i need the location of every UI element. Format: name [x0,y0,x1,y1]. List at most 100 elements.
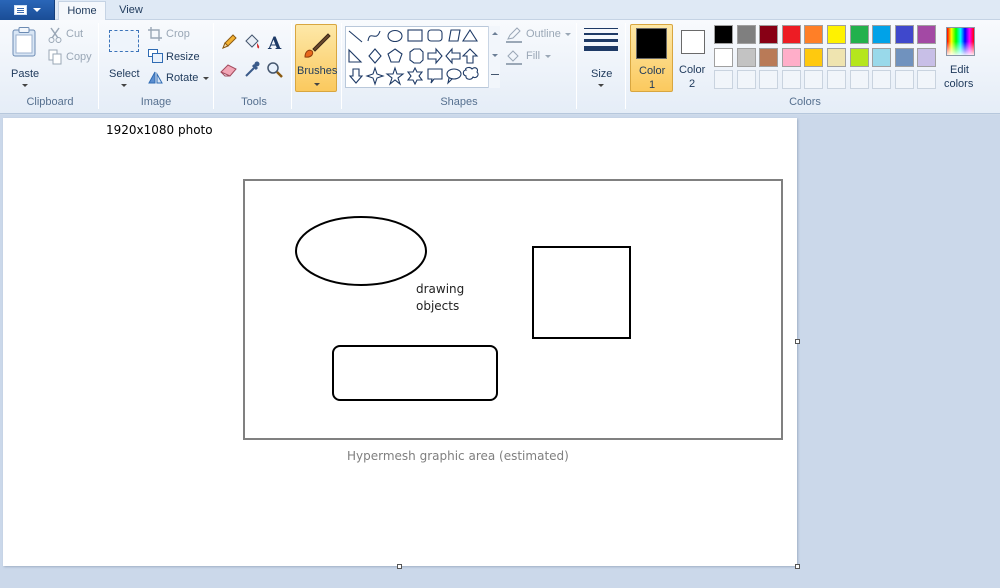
palette-swatch[interactable] [804,47,824,67]
custom-color-slot[interactable] [827,70,846,89]
magnifier-tool-button[interactable] [265,60,285,80]
dropdown-arrow-icon [598,84,604,87]
palette-swatch[interactable] [804,25,824,44]
palette-swatch[interactable] [849,47,869,67]
paint-bucket-icon [245,34,260,49]
shapes-gallery-scrollbar[interactable] [488,26,500,88]
color2-number: 2 [689,78,696,90]
custom-color-slot[interactable] [736,70,756,89]
resize-button[interactable]: Resize [148,48,200,66]
palette-swatch[interactable] [917,47,937,67]
palette-swatch[interactable] [827,47,846,67]
eraser-icon [220,64,237,77]
pencil-icon [222,34,237,49]
color-palette [714,25,942,91]
paste-button[interactable]: Paste [4,24,44,92]
text-a-icon: A [267,34,282,54]
ribbon-tab-bar: Home View [0,0,1000,21]
graphic-area-caption: Hypermesh graphic area (estimated) [347,449,569,463]
dropdown-arrow-icon [33,8,41,12]
size-button[interactable]: Size [581,24,621,92]
scissors-icon [48,27,62,43]
custom-color-slot[interactable] [872,70,892,89]
rotate-icon [148,71,163,84]
tab-home[interactable]: Home [58,1,106,21]
color-wheel-icon [946,27,975,56]
dropdown-arrow-icon [121,84,127,87]
canvas-resize-handle-corner[interactable] [795,564,800,569]
custom-color-slot[interactable] [759,70,779,89]
image-group-label: Image [140,96,172,108]
color2-button[interactable]: Color 2 [675,24,711,92]
custom-color-slot[interactable] [714,70,733,89]
palette-swatch[interactable] [781,25,801,44]
custom-color-slot[interactable] [917,70,937,89]
group-separator [625,23,626,109]
rotate-button[interactable]: Rotate [148,69,210,87]
clipboard-icon [12,27,36,57]
eyedropper-icon [245,61,260,77]
text-tool-button[interactable]: A [265,32,285,54]
resize-label: Resize [166,51,200,63]
fill-button[interactable]: Fill [505,48,555,66]
pencil-tool-button[interactable] [219,32,239,52]
cut-button[interactable]: Cut [48,26,92,44]
palette-swatch[interactable] [894,25,914,44]
size-label: Size [591,68,613,80]
ribbon: Paste Cut Copy Clipboard Select Crop Res… [0,20,1000,114]
color1-number: 1 [649,79,656,91]
palette-swatch[interactable] [714,47,733,67]
palette-swatch[interactable] [849,25,869,44]
drawing-canvas[interactable]: 1920x1080 photo drawing objects Hypermes… [3,118,797,566]
scroll-up-icon [492,32,498,35]
palette-swatch[interactable] [894,47,914,67]
document-icon [14,5,27,15]
custom-color-slot[interactable] [781,70,801,89]
custom-color-slot[interactable] [849,70,869,89]
dropdown-arrow-icon [203,77,209,80]
fill-tool-button[interactable] [242,32,262,52]
palette-swatch[interactable] [736,47,756,67]
palette-swatch[interactable] [872,25,892,44]
canvas-resize-handle-bottom[interactable] [397,564,402,569]
crop-label: Crop [166,28,190,40]
paint-menu-button[interactable] [0,0,55,20]
tab-view[interactable]: View [111,1,151,21]
color2-swatch [681,30,705,54]
drawing-objects-label-line2: objects [416,299,460,313]
palette-swatch[interactable] [872,47,892,67]
color2-label: Color [679,64,706,76]
palette-swatch[interactable] [759,25,779,44]
palette-swatch[interactable] [759,47,779,67]
group-separator [213,23,214,109]
palette-swatch[interactable] [917,25,937,44]
dropdown-arrow-icon [22,84,28,87]
canvas-resize-handle-right[interactable] [795,339,800,344]
eraser-tool-button[interactable] [219,60,239,80]
color1-button[interactable]: Color 1 [630,24,673,92]
palette-swatch[interactable] [714,25,733,44]
palette-swatch[interactable] [827,25,846,44]
svg-text:A: A [267,34,282,52]
square-shape [532,246,631,339]
brushes-button[interactable]: Brushes [295,24,337,92]
custom-color-slot[interactable] [894,70,914,89]
ellipse-shape [295,216,427,286]
shapes-group-label: Shapes [440,96,478,108]
crop-icon [148,27,162,41]
palette-swatch[interactable] [781,47,801,67]
shapes-gallery [345,26,500,88]
dropdown-arrow-icon [545,55,551,58]
dropdown-arrow-icon [314,83,320,86]
outline-button[interactable]: Outline [505,26,571,44]
canvas-drawing [243,179,783,440]
color-picker-tool-button[interactable] [242,60,262,80]
custom-color-slot[interactable] [804,70,824,89]
crop-button[interactable]: Crop [148,26,194,44]
edit-colors-button[interactable]: Edit colors [941,24,981,92]
copy-button[interactable]: Copy [48,48,94,66]
drawing-objects-label-line1: drawing [416,282,465,296]
rounded-rectangle-shape [332,345,498,401]
palette-swatch[interactable] [736,25,756,44]
select-button[interactable]: Select [104,24,144,92]
